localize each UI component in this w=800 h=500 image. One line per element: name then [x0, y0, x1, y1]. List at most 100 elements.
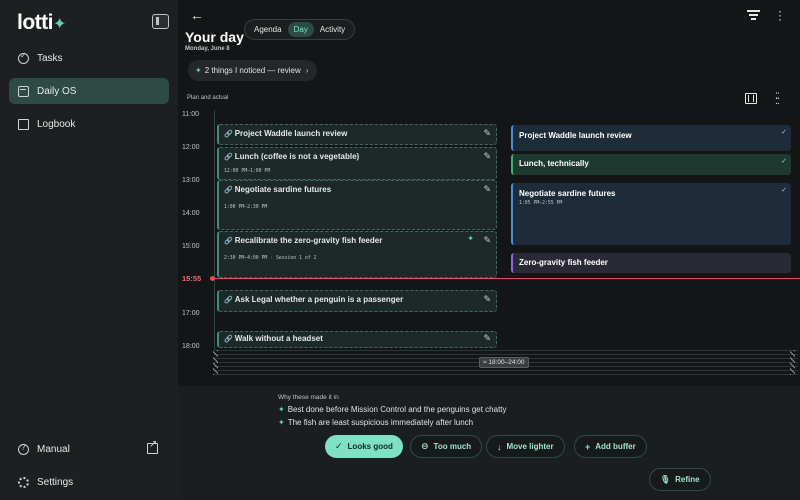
back-arrow-icon[interactable]: ← [190, 7, 204, 23]
edit-icon[interactable]: ✎ [483, 333, 491, 344]
timeline: 11:00 12:00 13:00 14:00 15:00 17:00 18:0… [178, 110, 800, 386]
edit-icon[interactable]: ✎ [483, 151, 491, 162]
edit-icon[interactable]: ✎ [483, 235, 491, 246]
sparkle-icon: ✦ [278, 405, 285, 414]
filter-icon[interactable] [747, 10, 760, 20]
actual-block[interactable]: Zero-gravity fish feeder [511, 253, 791, 273]
actual-block[interactable]: Lunch, technically ✓ [511, 154, 791, 175]
plan-block-time: 12:00 PM–1:00 PM [224, 169, 271, 174]
too-much-button[interactable]: ⊖ Too much [410, 435, 483, 458]
link-icon: 🔗 [224, 336, 233, 343]
collapsed-range-label[interactable]: ≈ 18:00–24:00 [479, 357, 529, 368]
plan-block[interactable]: 🔗 Ask Legal whether a penguin is a passen… [217, 290, 497, 312]
plan-block-time: 2:30 PM–4:00 PM · Session 1 of 2 [224, 256, 317, 261]
move-lighter-button[interactable]: ↓ Move lighter [486, 435, 565, 458]
app-logo[interactable]: lotti✦ [17, 11, 66, 35]
now-time-label: 15:55 [182, 274, 202, 283]
plan-block[interactable]: 🔗 Recalibrate the zero-gravity fish feede… [217, 231, 497, 278]
actual-block[interactable]: Project Waddle launch review ✓ [511, 125, 791, 151]
more-options-icon[interactable]: · · · [778, 5, 782, 25]
actual-block[interactable]: Negotiate sardine futures 1:05 PM–2:55 P… [511, 183, 791, 245]
sidebar-item-label: Daily OS [37, 85, 77, 97]
plan-block[interactable]: 🔗 Lunch (coffee is not a vegetable) 12:00… [217, 147, 497, 180]
edit-icon[interactable]: ✎ [483, 184, 491, 195]
hour-label: 15:00 [182, 243, 200, 250]
looks-good-button[interactable]: ✓ Looks good [325, 435, 403, 458]
plan-block-title: Negotiate sardine futures [234, 185, 332, 194]
help-icon [18, 443, 29, 455]
actual-block-title: Lunch, technically [519, 159, 589, 168]
gear-icon [18, 476, 29, 488]
reason-item: ✦ The fish are least suspicious immediate… [278, 418, 474, 427]
plan-block-time: 1:00 PM–2:30 PM [224, 205, 268, 210]
sidebar-collapse-icon[interactable] [152, 14, 169, 29]
sidebar-item-settings[interactable]: Settings [9, 469, 169, 495]
sidebar: lotti✦ Tasks Daily OS Logbook Manual Set… [0, 0, 178, 500]
add-buffer-button[interactable]: + Add buffer [574, 435, 647, 458]
sidebar-item-logbook[interactable]: Logbook [9, 111, 169, 137]
hour-label: 11:00 [182, 111, 199, 118]
refine-button[interactable]: 🎙 Refine [649, 468, 711, 491]
sparkle-icon: ✦ [195, 66, 202, 75]
plan-block-title: Lunch (coffee is not a vegetable) [234, 152, 360, 161]
hour-label: 12:00 [182, 144, 200, 151]
edit-icon[interactable]: ✎ [483, 294, 491, 305]
hour-label: 14:00 [182, 210, 200, 217]
edit-icon[interactable]: ✎ [483, 128, 491, 139]
check-icon: ✓ [781, 129, 787, 136]
hour-label: 17:00 [182, 310, 200, 317]
plan-block-title: Project Waddle launch review [234, 129, 348, 138]
check-icon: ✓ [335, 441, 343, 451]
hour-label: 18:00 [182, 343, 200, 350]
tab-day[interactable]: Day [287, 22, 314, 37]
sidebar-item-label: Manual [37, 443, 70, 455]
sidebar-item-daily-os[interactable]: Daily OS [9, 78, 169, 104]
actual-block-title: Project Waddle launch review [519, 131, 632, 140]
plan-block[interactable]: 🔗 Project Waddle launch review ✎ [217, 124, 497, 145]
collapse-edge [213, 350, 218, 375]
book-icon [18, 118, 29, 130]
sidebar-item-tasks[interactable]: Tasks [9, 45, 169, 71]
link-icon: 🔗 [224, 238, 233, 245]
plan-review-panel: Why these made it in ✦ Best done before M… [178, 386, 800, 500]
sidebar-item-label: Settings [37, 476, 74, 488]
sparkle-icon: ✦ [467, 234, 474, 243]
plan-block-title: Walk without a headset [234, 334, 323, 343]
sidebar-item-label: Tasks [37, 52, 63, 64]
sidebar-item-manual[interactable]: Manual [9, 436, 129, 462]
mic-icon: 🎙 [660, 475, 671, 484]
actual-block-time: 1:05 PM–2:55 PM [519, 201, 563, 206]
link-icon: 🔗 [224, 154, 233, 161]
plus-icon: + [585, 441, 591, 452]
link-icon: 🔗 [224, 187, 233, 194]
arrow-down-icon: ↓ [497, 441, 502, 452]
minus-circle-icon: ⊖ [421, 441, 429, 451]
notices-label: 2 things I noticed — review [204, 66, 301, 75]
actual-block-title: Zero-gravity fish feeder [519, 258, 608, 267]
page-date: Monday, June 8 [185, 46, 230, 52]
sparkle-icon: ✦ [278, 418, 285, 427]
plan-block-title: Recalibrate the zero-gravity fish feeder [234, 236, 383, 245]
tab-activity[interactable]: Activity [314, 22, 351, 37]
view-switcher: Agenda Day Activity [244, 19, 356, 40]
hour-label: 13:00 [182, 177, 200, 184]
check-icon: ✓ [781, 158, 787, 165]
chevron-right-icon: › [305, 66, 309, 75]
tab-agenda[interactable]: Agenda [248, 22, 288, 37]
page-title: Your day [185, 29, 244, 45]
notices-chip[interactable]: ✦ 2 things I noticed — review › [188, 60, 318, 81]
timeline-rail [214, 110, 215, 350]
check-circle-icon [18, 51, 29, 64]
external-link-icon[interactable] [147, 439, 158, 454]
plan-block[interactable]: 🔗 Walk without a headset ✎ [217, 331, 497, 348]
main-panel: ← Your day Monday, June 8 Agenda Day Act… [178, 0, 800, 500]
why-heading: Why these made it in [278, 394, 339, 401]
columns-view-icon[interactable] [745, 93, 757, 104]
section-label: Plan and actual [187, 95, 229, 101]
reason-item: ✦ Best done before Mission Control and th… [278, 405, 507, 414]
drag-grid-icon[interactable]: ⁚⁚ ⁚⁚ [775, 92, 783, 106]
collapse-edge [790, 350, 795, 375]
now-line [212, 278, 800, 280]
plan-block-title: Ask Legal whether a penguin is a passeng… [234, 295, 404, 304]
plan-block[interactable]: 🔗 Negotiate sardine futures 1:00 PM–2:30 … [217, 180, 497, 230]
